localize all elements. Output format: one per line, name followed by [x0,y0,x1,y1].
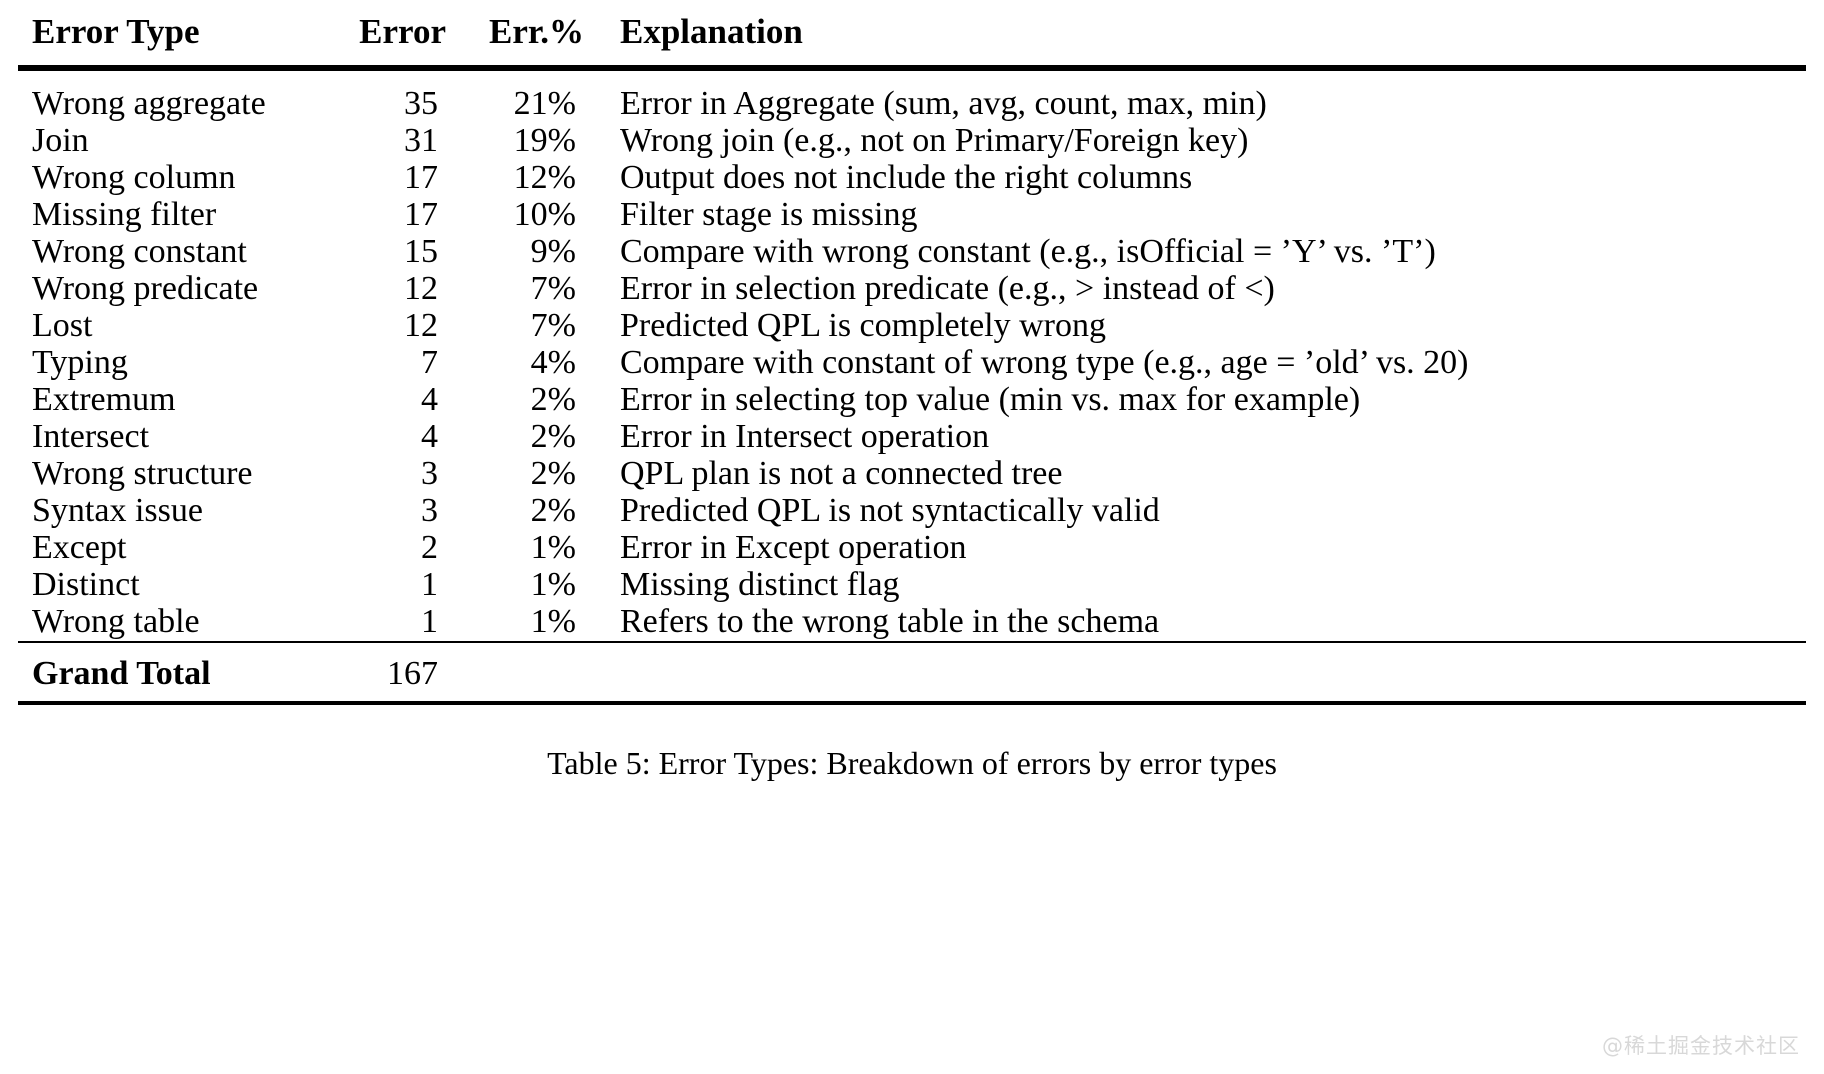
cell-error-count: 2 [421,529,438,566]
cell-error-count: 4 [421,418,438,455]
cell-error-type: Wrong aggregate [32,85,266,122]
cell-error-type: Distinct [32,566,140,603]
cell-error-type: Typing [32,344,128,381]
cell-error-count: 17 [404,159,438,196]
cell-explanation: Output does not include the right column… [620,159,1193,196]
table-row: Wrong predicate 12 7% Error in selection… [18,271,1806,308]
cell-error-type: Join [32,122,89,159]
cell-grand-total-pct [468,643,606,703]
cell-explanation: QPL plan is not a connected tree [620,455,1063,492]
cell-explanation: Error in Intersect operation [620,418,990,455]
table-row: Intersect 4 2% Error in Intersect operat… [18,419,1806,456]
table-row: Extremum 4 2% Error in selecting top val… [18,382,1806,419]
cell-error-count: 17 [404,196,438,233]
cell-explanation: Refers to the wrong table in the schema [620,603,1160,640]
cell-error-pct: 1% [530,529,576,566]
cell-error-type: Missing filter [32,196,217,233]
table-row: Except 2 1% Error in Except operation [18,530,1806,567]
cell-error-pct: 2% [530,492,576,529]
cell-error-type: Wrong predicate [32,270,259,307]
table-row: Wrong constant 15 9% Compare with wrong … [18,234,1806,271]
cell-error-count: 3 [421,492,438,529]
column-header-explanation: Explanation [620,12,803,51]
table-bottom-rule-group [18,700,1806,707]
cell-explanation: Error in selection predicate (e.g., > in… [620,270,1275,307]
cell-error-pct: 2% [530,381,576,418]
column-header-error-type: Error Type [32,12,200,51]
cell-error-pct: 10% [513,196,576,233]
cell-error-type: Except [32,529,127,566]
cell-error-pct: 4% [530,344,576,381]
watermark: @稀土掘金技术社区 [1602,1034,1800,1058]
table-row: Typing 7 4% Compare with constant of wro… [18,345,1806,382]
table-total-row-group: Grand Total 167 [18,643,1806,703]
cell-error-count: 35 [404,85,438,122]
cell-error-pct: 12% [513,159,576,196]
table-header: Error Type Error Err.% Explanation [18,0,1806,67]
cell-error-count: 12 [404,270,438,307]
table-row: Distinct 1 1% Missing distinct flag [18,567,1806,604]
cell-error-count: 1 [421,603,438,640]
table-row: Wrong table 1 1% Refers to the wrong tab… [18,604,1806,642]
table-row: Wrong aggregate 35 21% Error in Aggregat… [18,71,1806,123]
cell-error-type: Extremum [32,381,176,418]
cell-error-count: 4 [421,381,438,418]
cell-error-type: Intersect [32,418,150,455]
cell-error-pct: 21% [513,85,576,122]
cell-error-type: Wrong structure [32,455,253,492]
table-body: Wrong aggregate 35 21% Error in Aggregat… [18,71,1806,642]
table-row: Missing filter 17 10% Filter stage is mi… [18,197,1806,234]
cell-explanation: Filter stage is missing [620,196,918,233]
cell-error-pct: 2% [530,418,576,455]
table-row: Wrong column 17 12% Output does not incl… [18,160,1806,197]
table-row: Wrong structure 3 2% QPL plan is not a c… [18,456,1806,493]
column-header-error-pct: Err.% [489,12,584,51]
table-row: Syntax issue 3 2% Predicted QPL is not s… [18,493,1806,530]
table-row: Join 31 19% Wrong join (e.g., not on Pri… [18,123,1806,160]
header-row: Error Type Error Err.% Explanation [18,0,1806,67]
cell-error-count: 3 [421,455,438,492]
cell-error-pct: 7% [530,307,576,344]
cell-error-pct: 9% [530,233,576,270]
cell-explanation: Compare with wrong constant (e.g., isOff… [620,233,1436,270]
cell-grand-total-label: Grand Total [32,654,211,692]
cell-explanation: Error in Except operation [620,529,967,566]
cell-error-count: 7 [421,344,438,381]
cell-error-pct: 2% [530,455,576,492]
cell-error-pct: 1% [530,603,576,640]
column-header-error: Error [359,12,446,51]
cell-error-type: Syntax issue [32,492,203,529]
table-caption: Table 5: Error Types: Breakdown of error… [547,744,1277,781]
cell-error-count: 15 [404,233,438,270]
cell-explanation: Error in Aggregate (sum, avg, count, max… [620,85,1267,122]
cell-explanation: Compare with constant of wrong type (e.g… [620,344,1469,381]
cell-grand-total-value: 167 [387,654,438,692]
table-total-row: Grand Total 167 [18,643,1806,703]
cell-error-count: 1 [421,566,438,603]
cell-grand-total-explanation [606,643,1806,703]
cell-error-pct: 1% [530,566,576,603]
cell-error-count: 12 [404,307,438,344]
cell-explanation: Predicted QPL is not syntactically valid [620,492,1160,529]
table-bottom-rule [18,700,1806,707]
cell-explanation: Predicted QPL is completely wrong [620,307,1106,344]
cell-error-count: 31 [404,122,438,159]
cell-explanation: Missing distinct flag [620,566,900,603]
table-row: Lost 12 7% Predicted QPL is completely w… [18,308,1806,345]
table-page: Error Type Error Err.% Explanation Wrong… [0,0,1824,1074]
cell-explanation: Wrong join (e.g., not on Primary/Foreign… [620,122,1249,159]
cell-error-type: Lost [32,307,93,344]
error-types-table: Error Type Error Err.% Explanation Wrong… [18,0,1806,707]
cell-error-pct: 19% [513,122,576,159]
cell-error-type: Wrong column [32,159,236,196]
cell-error-type: Wrong table [32,603,200,640]
cell-error-type: Wrong constant [32,233,247,270]
cell-error-pct: 7% [530,270,576,307]
cell-explanation: Error in selecting top value (min vs. ma… [620,381,1361,418]
